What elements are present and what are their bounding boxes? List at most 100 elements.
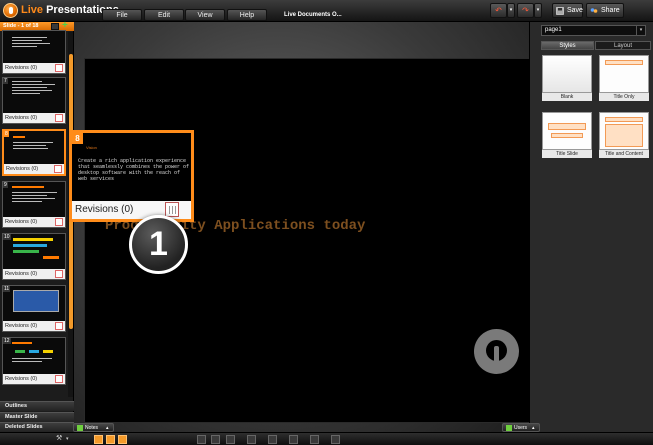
tools-dropdown-icon[interactable]: ▾	[66, 435, 75, 444]
menu-edit[interactable]: Edit	[144, 9, 184, 21]
slide-thumbnail-9[interactable]: 9 Revisions (0)	[2, 181, 66, 228]
users-toggle[interactable]: Users ▴	[502, 423, 540, 432]
users-label: Users	[514, 425, 528, 431]
thumbnail-revisions: Revisions (0)	[3, 217, 65, 227]
thumbnail-revisions: Revisions (0)	[3, 113, 65, 123]
chevron-up-icon: ▴	[532, 425, 535, 431]
popup-slide-body: Create a rich application experience tha…	[78, 158, 190, 182]
slide-thumbnail-6[interactable]: Revisions (0)	[2, 30, 66, 74]
bottom-toolbar: ⚒ ▾	[0, 432, 653, 445]
tab-layout[interactable]: Layout	[595, 41, 651, 50]
save-icon	[556, 7, 564, 15]
layout-title-and-content-label: Title and Content	[599, 150, 649, 158]
trash-icon[interactable]	[55, 375, 63, 383]
thumbnail-revisions: Revisions (0)	[3, 321, 65, 331]
thumbnail-number: 12	[3, 338, 11, 344]
slide-thumbnail-11[interactable]: 11 Revisions (0)	[2, 285, 66, 332]
watermark-logo-icon	[474, 329, 519, 374]
popup-revisions: Revisions (0)	[72, 201, 191, 219]
slide-thumbnail-8[interactable]: 8 Revisions (0)	[2, 129, 66, 176]
share-icon	[590, 8, 598, 13]
brand-live: Live	[21, 4, 44, 16]
thumbnail-number: 8	[4, 131, 9, 137]
thumbnail-revisions-label: Revisions (0)	[5, 219, 38, 225]
trash-icon[interactable]	[55, 322, 63, 330]
slides-sidebar: Slide - 1 of 18 + Revisions (0) 7 Revisi…	[0, 21, 74, 432]
page-select[interactable]: page1 ▾	[541, 25, 646, 36]
layout-title-and-content[interactable]: Title and Content	[599, 112, 649, 160]
share-button[interactable]: Share	[586, 3, 624, 18]
layout-title-slide-label: Title Slide	[542, 150, 592, 158]
section-outlines-label: Outlines	[5, 403, 28, 409]
thumbnail-revisions-label: Revisions (0)	[6, 166, 39, 172]
notes-label: Notes	[85, 425, 99, 431]
view-normal-icon[interactable]	[94, 435, 103, 444]
save-button[interactable]: Save	[552, 3, 583, 18]
thumbnail-revisions-label: Revisions (0)	[5, 115, 38, 121]
notes-toggle[interactable]: Notes ▴	[73, 423, 114, 432]
redo-button[interactable]: ↷	[517, 3, 534, 18]
popup-revisions-label: Revisions (0)	[75, 204, 134, 215]
trash-icon[interactable]	[54, 165, 62, 173]
thumbnail-revisions: Revisions (0)	[3, 269, 65, 279]
document-title: Live Documents O...	[284, 12, 342, 18]
page-select-value: page1	[545, 27, 562, 33]
menu-view[interactable]: View	[185, 9, 225, 21]
more-tools-icon[interactable]	[331, 435, 340, 444]
layout-blank[interactable]: Blank	[542, 55, 592, 103]
chevron-up-icon: ▴	[106, 425, 109, 431]
slide-view-icon[interactable]	[51, 23, 59, 30]
thumbnail-revisions-label: Revisions (0)	[5, 323, 38, 329]
view-slideshow-icon[interactable]	[118, 435, 127, 444]
insert-chart-icon[interactable]	[268, 435, 277, 444]
thumbnail-revisions-label: Revisions (0)	[5, 376, 38, 382]
layout-title-only[interactable]: Title Only	[599, 55, 649, 103]
view-sorter-icon[interactable]	[106, 435, 115, 444]
trash-icon[interactable]	[55, 64, 63, 72]
save-label: Save	[567, 7, 583, 14]
slide-thumbnail-7[interactable]: 7 Revisions (0)	[2, 77, 66, 124]
align-icon[interactable]	[310, 435, 319, 444]
redo-icon: ↷	[522, 6, 529, 15]
trash-icon[interactable]	[55, 218, 63, 226]
undo-icon: ↶	[495, 6, 502, 15]
trash-icon[interactable]	[55, 270, 63, 278]
slide-counter: Slide - 1 of 18	[3, 23, 39, 29]
trash-icon[interactable]	[165, 202, 179, 217]
undo-dropdown[interactable]: ▾	[507, 3, 515, 18]
layout-title-slide[interactable]: Title Slide	[542, 112, 592, 160]
chevron-down-icon: ▾	[636, 26, 645, 35]
section-master-slide-label: Master Slide	[5, 414, 38, 420]
slide-thumbnail-10[interactable]: 10 Revisions (0)	[2, 233, 66, 280]
menu-file[interactable]: File	[102, 9, 142, 21]
thumbnail-number: 11	[3, 286, 11, 292]
tools-icon[interactable]: ⚒	[56, 435, 65, 444]
section-deleted-slides-label: Deleted Slides	[5, 424, 43, 430]
thumbnail-number: 7	[3, 78, 8, 84]
share-label: Share	[601, 7, 620, 14]
insert-image-icon[interactable]	[197, 435, 206, 444]
arrange-icon[interactable]	[289, 435, 298, 444]
undo-button[interactable]: ↶	[490, 3, 507, 18]
insert-table-icon[interactable]	[226, 435, 235, 444]
section-master-slide[interactable]: Master Slide	[0, 412, 74, 422]
live-presentations-logo-icon	[3, 3, 18, 18]
users-icon	[506, 425, 512, 431]
slide-thumbnail-12[interactable]: 12 Revisions (0)	[2, 337, 66, 385]
redo-dropdown[interactable]: ▾	[534, 3, 542, 18]
layout-blank-label: Blank	[542, 93, 592, 101]
insert-textbox-icon[interactable]	[211, 435, 220, 444]
thumbnail-revisions: Revisions (0)	[3, 63, 65, 73]
section-deleted-slides[interactable]: Deleted Slides	[0, 422, 74, 432]
tab-styles[interactable]: Styles	[541, 41, 594, 50]
notes-icon	[77, 425, 83, 431]
popup-slide-number: 8	[72, 133, 83, 144]
thumbnail-revisions: Revisions (0)	[4, 164, 64, 174]
trash-icon[interactable]	[55, 114, 63, 122]
thumbnail-revisions-label: Revisions (0)	[5, 271, 38, 277]
menu-help[interactable]: Help	[227, 9, 267, 21]
thumbnail-number: 9	[3, 182, 8, 188]
thumbnail-revisions: Revisions (0)	[3, 374, 65, 384]
section-outlines[interactable]: Outlines	[0, 401, 74, 411]
insert-shape-icon[interactable]	[247, 435, 256, 444]
